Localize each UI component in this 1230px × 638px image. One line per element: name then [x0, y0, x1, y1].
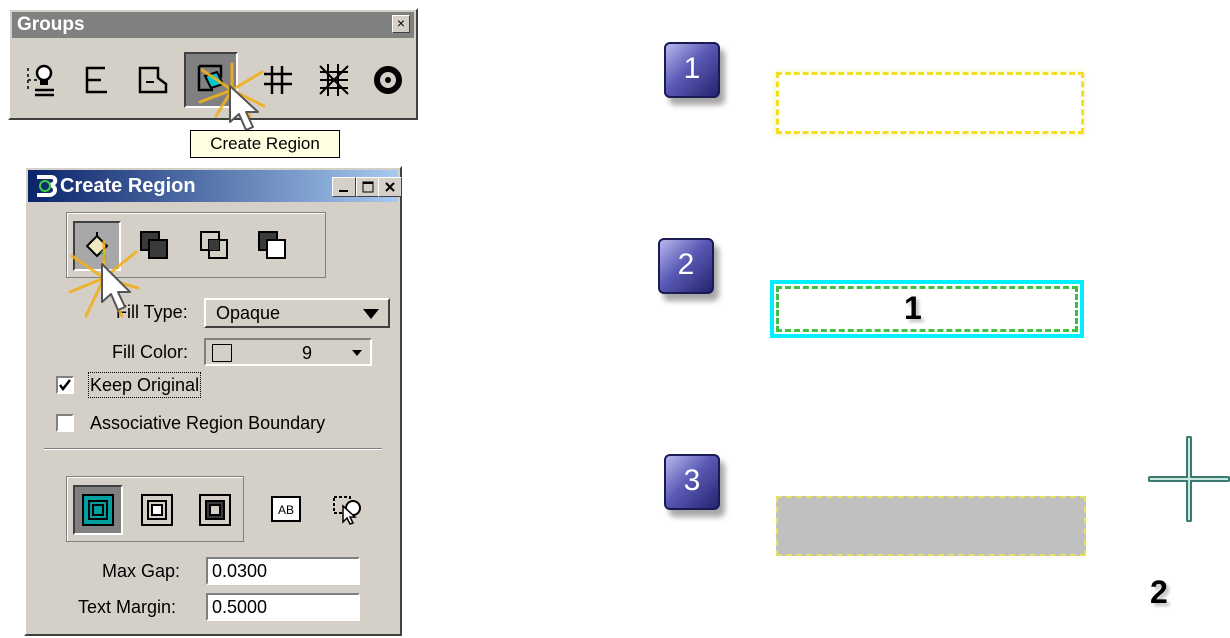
step-3-badge: 3 — [664, 454, 720, 510]
selected-element-highlight — [770, 280, 1084, 338]
associative-boundary-checkbox[interactable] — [56, 414, 74, 432]
pattern-area-button[interactable] — [364, 56, 412, 104]
text-margin-input[interactable]: 0.5000 — [206, 593, 360, 621]
maximize-button[interactable] — [356, 177, 380, 197]
complex-chain-icon — [85, 66, 107, 94]
crosshatch-icon — [319, 64, 349, 96]
nested-square-teal-icon — [82, 494, 114, 526]
maximize-icon — [362, 181, 374, 193]
mouse-cursor-icon — [229, 85, 259, 131]
difference-mode-button[interactable] — [249, 221, 297, 271]
tooltip-create-region: Create Region — [190, 130, 340, 158]
groups-title-text: Groups — [17, 14, 85, 35]
close-icon — [385, 182, 395, 192]
groups-close-button[interactable]: × — [392, 15, 410, 33]
text-margin-label: Text Margin: — [78, 597, 177, 617]
selection-dash-outline — [776, 286, 1078, 332]
fill-color-label: Fill Color: — [112, 342, 189, 362]
intersection-mode-button[interactable] — [191, 221, 239, 271]
max-gap-input[interactable]: 0.0300 — [206, 557, 360, 585]
dropdown-arrow-icon — [363, 309, 379, 319]
step-2-badge: 2 — [658, 238, 714, 294]
minimize-button[interactable] — [332, 177, 356, 197]
click-point-label-2: 2 — [1150, 574, 1168, 610]
nested-square-icon — [141, 494, 173, 526]
pattern-circle-icon — [374, 66, 402, 94]
max-gap-label: Max Gap: — [102, 561, 181, 581]
text-box-mode-button[interactable] — [133, 485, 181, 535]
text-mode-group — [66, 476, 244, 542]
locate-region-button[interactable] — [324, 484, 372, 534]
text-outline-mode-button[interactable] — [73, 485, 123, 535]
step-1-badge: 1 — [664, 42, 720, 98]
groups-toolbar-title: Groups — [12, 12, 414, 38]
dialog-titlebar[interactable]: Create Region — [28, 170, 402, 202]
color-swatch — [212, 344, 232, 362]
complex-shape-button[interactable] — [128, 56, 176, 104]
associative-boundary-label[interactable]: Associative Region Boundary — [90, 412, 325, 434]
group-tool-button[interactable] — [18, 56, 66, 104]
crosshatch-area-button[interactable] — [310, 56, 358, 104]
crosshair-cursor-icon — [1148, 436, 1230, 522]
app-logo-icon — [37, 175, 58, 197]
chevron-down-icon — [352, 350, 362, 356]
svg-text:AB: AB — [278, 503, 294, 517]
fill-type-dropdown[interactable]: Opaque — [204, 298, 390, 328]
separator — [44, 448, 382, 450]
checkmark-icon — [59, 379, 71, 392]
close-button[interactable] — [378, 177, 402, 197]
lightbulb-icon — [27, 64, 54, 97]
complex-shape-icon — [138, 66, 168, 94]
nested-square-dark-icon — [199, 494, 231, 526]
fill-color-value: 9 — [302, 343, 313, 363]
fill-type-value: Opaque — [216, 303, 281, 323]
click-point-label-1: 1 — [904, 290, 922, 326]
original-element-outline — [776, 72, 1084, 134]
keep-original-checkbox[interactable] — [56, 376, 74, 394]
dialog-title: Create Region — [60, 175, 196, 197]
region-select-icon — [333, 496, 361, 525]
difference-icon — [258, 231, 286, 259]
drop-complex-button[interactable] — [73, 56, 121, 104]
fill-color-dropdown[interactable]: 9 — [204, 338, 372, 366]
text-ignore-mode-button[interactable] — [191, 485, 239, 535]
text-ab-button[interactable]: AB — [262, 484, 310, 534]
mouse-cursor-icon — [101, 263, 131, 311]
intersection-icon — [200, 231, 228, 259]
text-ab-icon: AB — [271, 496, 301, 522]
filled-region — [776, 496, 1086, 556]
minimize-icon — [339, 190, 348, 192]
keep-original-label[interactable]: Keep Original — [87, 372, 202, 398]
